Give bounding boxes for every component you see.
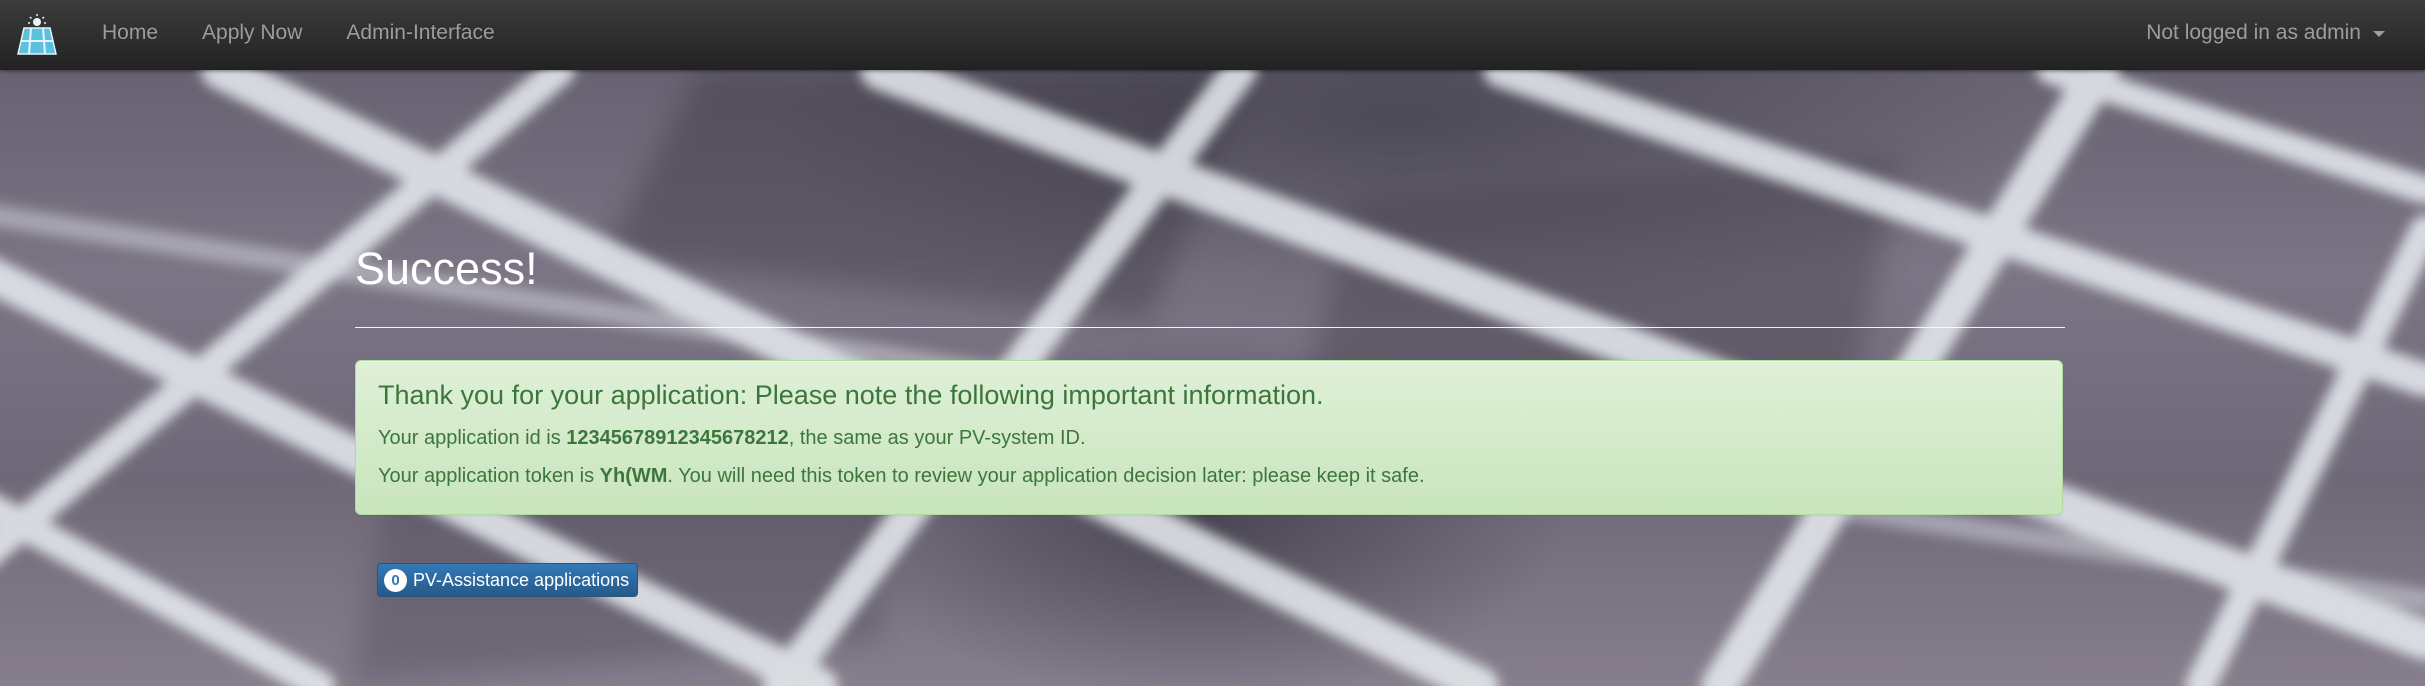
top-navbar: Home Apply Now Admin-Interface Not logge… bbox=[0, 0, 2425, 70]
application-token-text: Your application token is Yh(WM. You wil… bbox=[378, 463, 2040, 489]
applications-button-label: PV-Assistance applications bbox=[413, 569, 630, 590]
main-nav: Home Apply Now Admin-Interface bbox=[80, 0, 517, 66]
page-title: Success! bbox=[355, 243, 538, 294]
nav-link-apply-now[interactable]: Apply Now bbox=[180, 21, 324, 45]
success-alert: Thank you for your application: Please n… bbox=[355, 360, 2063, 515]
applications-count-badge: 0 bbox=[384, 568, 407, 592]
nav-link-home[interactable]: Home bbox=[80, 21, 180, 45]
application-id-suffix: , the same as your PV-system ID. bbox=[788, 426, 1086, 449]
application-id-value: 12345678912345678212 bbox=[566, 426, 789, 449]
application-id-prefix: Your application id is bbox=[378, 426, 567, 449]
title-divider bbox=[355, 327, 2065, 328]
alert-heading: Thank you for your application: Please n… bbox=[378, 380, 1324, 410]
application-token-value: Yh(WM bbox=[599, 464, 668, 487]
caret-down-icon bbox=[2373, 31, 2385, 37]
solar-panel-grid-graphic bbox=[0, 50, 2425, 686]
application-token-prefix: Your application token is bbox=[378, 464, 600, 487]
nav-link-admin-interface[interactable]: Admin-Interface bbox=[324, 21, 516, 45]
solar-panel-logo-icon[interactable] bbox=[14, 14, 60, 58]
user-menu-label: Not logged in as admin bbox=[2146, 21, 2361, 44]
background-image bbox=[0, 0, 2425, 686]
application-id-text: Your application id is 12345678912345678… bbox=[378, 425, 2040, 451]
pv-assistance-applications-button[interactable]: 0 PV-Assistance applications bbox=[377, 563, 639, 597]
application-token-suffix: . You will need this token to review you… bbox=[667, 464, 1425, 487]
user-menu-dropdown[interactable]: Not logged in as admin bbox=[2146, 0, 2385, 66]
